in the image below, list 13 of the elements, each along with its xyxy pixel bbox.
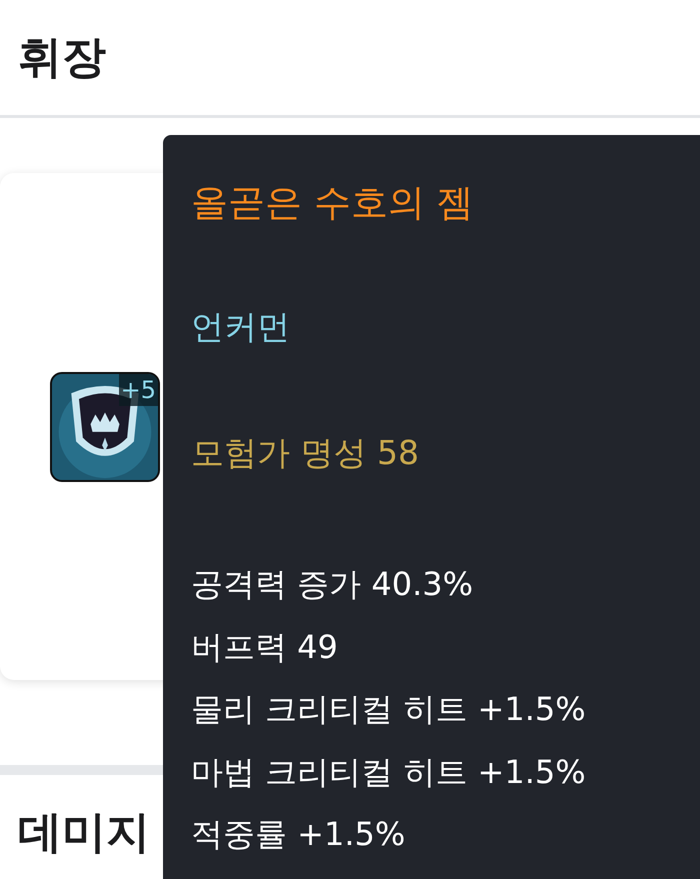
section-title: 휘장 (18, 30, 106, 84)
enhance-level: +5 (118, 374, 158, 406)
stat-line: 공격력 증가 40.3% (191, 564, 473, 605)
item-rarity: 언커먼 (191, 306, 290, 348)
item-slot[interactable]: +5 (50, 372, 160, 482)
stat-line: 버프력 49 (191, 626, 338, 668)
stat-line: 물리 크리티컬 히트 +1.5% (191, 689, 586, 730)
stat-line: 적중률 +1.5% (191, 814, 406, 855)
shield-icon (52, 374, 158, 480)
item-name: 올곧은 수호의 젬 (191, 180, 474, 226)
fame-text: 모험가 명성 58 (191, 432, 419, 474)
section-title: 데미지 (18, 811, 150, 855)
stat-line: 마법 크리티컬 히트 +1.5% (191, 752, 586, 792)
